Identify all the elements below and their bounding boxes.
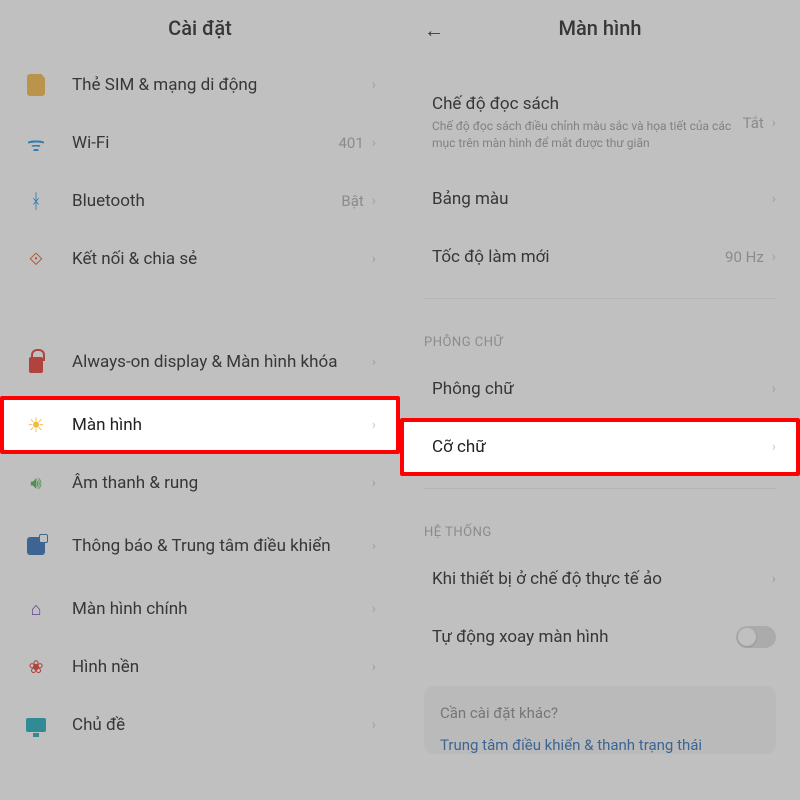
chevron-right-icon: › [772, 381, 776, 397]
row-share-label: Kết nối & chia sẻ [72, 239, 372, 279]
sun-icon: ☀ [24, 413, 48, 437]
row-share[interactable]: ⟐ Kết nối & chia sẻ › [0, 230, 400, 288]
chevron-right-icon: › [372, 538, 376, 554]
row-reading-mode[interactable]: Chế độ đọc sách Chế độ đọc sách điều chỉ… [400, 76, 800, 170]
row-refresh[interactable]: Tốc độ làm mới 90 Hz › [400, 228, 800, 286]
more-settings-card: Cần cài đặt khác? Trung tâm điều khiển &… [424, 686, 776, 754]
chevron-right-icon: › [772, 115, 776, 131]
chevron-right-icon: › [372, 251, 376, 267]
settings-header: Cài đặt [0, 0, 400, 56]
display-title: Màn hình [559, 16, 642, 40]
chevron-right-icon: › [372, 77, 376, 93]
more-settings-question: Cần cài đặt khác? [440, 704, 760, 722]
row-font[interactable]: Phông chữ › [400, 360, 800, 418]
row-wifi-label: Wi-Fi [72, 123, 338, 163]
row-bluetooth[interactable]: ᚼ Bluetooth Bật › [0, 172, 400, 230]
chevron-right-icon: › [372, 601, 376, 617]
row-aod-label: Always-on display & Màn hình khóa [72, 342, 372, 382]
row-display[interactable]: ☀ Màn hình › [0, 396, 400, 454]
chevron-right-icon: › [372, 354, 376, 370]
home-icon: ⌂ [24, 597, 48, 621]
settings-title: Cài đặt [168, 16, 232, 40]
row-display-label: Màn hình [72, 405, 372, 445]
row-fontsize[interactable]: Cỡ chữ › [400, 418, 800, 476]
share-icon: ⟐ [24, 247, 48, 271]
bluetooth-icon: ᚼ [24, 189, 48, 213]
palette-label: Bảng màu [432, 189, 772, 209]
refresh-label: Tốc độ làm mới [432, 247, 725, 267]
fontsize-label: Cỡ chữ [432, 437, 772, 457]
row-home-label: Màn hình chính [72, 589, 372, 629]
row-sound[interactable]: 🔊︎ Âm thanh & rung › [0, 454, 400, 512]
wifi-icon: ᯤ [24, 131, 48, 155]
chevron-right-icon: › [772, 191, 776, 207]
display-pane: ← Màn hình Chế độ đọc sách Chế độ đọc sá… [400, 0, 800, 800]
row-wifi-value: 401 [338, 134, 363, 152]
refresh-value: 90 Hz [725, 248, 764, 266]
settings-pane: Cài đặt Thẻ SIM & mạng di động › ᯤ Wi-Fi… [0, 0, 400, 800]
back-arrow-icon[interactable]: ← [424, 18, 444, 43]
flower-icon: ❀ [24, 655, 48, 679]
row-rotate[interactable]: Tự động xoay màn hình [400, 608, 800, 666]
row-home[interactable]: ⌂ Màn hình chính › [0, 580, 400, 638]
row-sound-label: Âm thanh & rung [72, 463, 372, 503]
settings-list: Thẻ SIM & mạng di động › ᯤ Wi-Fi 401 › ᚼ… [0, 56, 400, 754]
row-palette[interactable]: Bảng màu › [400, 170, 800, 228]
vr-label: Khi thiết bị ở chế độ thực tế ảo [432, 569, 772, 589]
reading-mode-desc: Chế độ đọc sách điều chỉnh màu sắc và họ… [432, 118, 743, 152]
reading-mode-value: Tắt [743, 114, 764, 132]
font-label: Phông chữ [432, 379, 772, 399]
chevron-right-icon: › [372, 659, 376, 675]
sim-icon [24, 73, 48, 97]
row-vr[interactable]: Khi thiết bị ở chế độ thực tế ảo › [400, 550, 800, 608]
row-bluetooth-label: Bluetooth [72, 181, 341, 221]
row-notif[interactable]: Thông báo & Trung tâm điều khiển › [0, 512, 400, 580]
row-wallpaper-label: Hình nền [72, 647, 372, 687]
chevron-right-icon: › [772, 249, 776, 265]
chevron-right-icon: › [372, 475, 376, 491]
row-notif-label: Thông báo & Trung tâm điều khiển [72, 526, 372, 566]
rotate-toggle[interactable] [736, 626, 776, 648]
row-sim-label: Thẻ SIM & mạng di động [72, 65, 372, 105]
row-wifi[interactable]: ᯤ Wi-Fi 401 › [0, 114, 400, 172]
display-header: ← Màn hình [400, 0, 800, 56]
notification-icon [24, 534, 48, 558]
theme-icon [24, 713, 48, 737]
row-theme[interactable]: Chủ đề › [0, 696, 400, 754]
section-font-label: PHÔNG CHỮ [400, 311, 800, 360]
reading-mode-title: Chế độ đọc sách [432, 94, 743, 114]
row-bluetooth-value: Bật [341, 192, 363, 210]
row-sim[interactable]: Thẻ SIM & mạng di động › [0, 56, 400, 114]
chevron-right-icon: › [772, 439, 776, 455]
chevron-right-icon: › [372, 193, 376, 209]
row-aod[interactable]: Always-on display & Màn hình khóa › [0, 328, 400, 396]
row-wallpaper[interactable]: ❀ Hình nền › [0, 638, 400, 696]
more-settings-link[interactable]: Trung tâm điều khiển & thanh trạng thái [440, 736, 760, 754]
chevron-right-icon: › [372, 717, 376, 733]
section-system-label: HỆ THỐNG [400, 501, 800, 550]
row-theme-label: Chủ đề [72, 705, 372, 745]
rotate-label: Tự động xoay màn hình [432, 627, 736, 647]
chevron-right-icon: › [772, 571, 776, 587]
chevron-right-icon: › [372, 135, 376, 151]
chevron-right-icon: › [372, 417, 376, 433]
sound-icon: 🔊︎ [24, 471, 48, 495]
lock-icon [24, 350, 48, 374]
